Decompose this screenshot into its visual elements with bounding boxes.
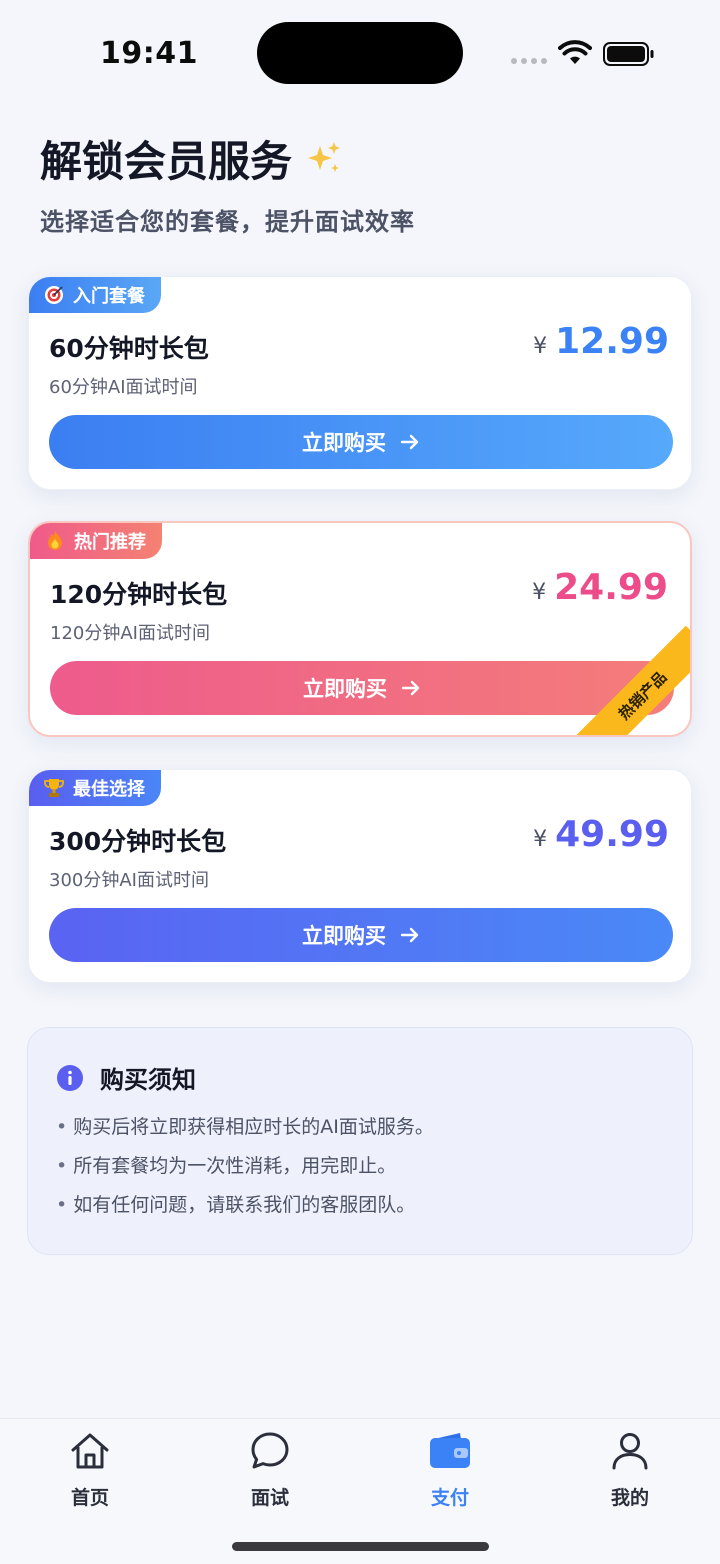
plan-tag-label: 热门推荐 [74, 532, 146, 553]
currency-symbol: ¥ [533, 827, 548, 852]
plan-tag: 热门推荐 [30, 523, 162, 559]
plan-description: 120分钟AI面试时间 [50, 623, 210, 644]
price-amount: 12.99 [555, 321, 669, 362]
chat-bubble-icon [251, 1432, 289, 1469]
price-amount: 24.99 [554, 567, 668, 608]
wifi-icon [558, 40, 592, 64]
home-icon [71, 1433, 109, 1469]
notice-item: 所有套餐均为一次性消耗，用完即止。 [56, 1153, 434, 1192]
cellular-signal-icon [511, 58, 547, 64]
notice-list: 购买后将立即获得相应时长的AI面试服务。 所有套餐均为一次性消耗，用完即止。 如… [56, 1114, 434, 1231]
tab-payment[interactable]: 支付 [400, 1429, 500, 1510]
page-title: 解锁会员服务 [40, 136, 293, 186]
arrow-right-icon [400, 434, 419, 450]
plan-name: 60分钟时长包 [49, 334, 209, 363]
plan-tag-label: 最佳选择 [73, 779, 145, 800]
buy-button-basic[interactable]: 立即购买 [49, 415, 673, 469]
plan-name: 120分钟时长包 [50, 580, 228, 609]
plan-tag-label: 入门套餐 [73, 286, 145, 307]
plan-card-best: 最佳选择 300分钟时长包 300分钟AI面试时间 ¥ 49.99 立即购买 [28, 769, 692, 983]
tab-label: 首页 [70, 1487, 109, 1509]
plan-tag: 入门套餐 [29, 277, 161, 313]
arrow-right-icon [400, 927, 419, 943]
battery-icon [603, 42, 654, 66]
sparkles-icon [308, 142, 341, 172]
tab-label: 我的 [610, 1487, 649, 1509]
dynamic-island [257, 22, 463, 84]
notice-item: 购买后将立即获得相应时长的AI面试服务。 [56, 1114, 434, 1153]
notice-header: 购买须知 [56, 1060, 196, 1095]
plan-card-popular: 热门推荐 120分钟时长包 120分钟AI面试时间 ¥ 24.99 立即购买 热… [28, 521, 692, 737]
trophy-icon [43, 777, 65, 799]
plan-price: ¥ 24.99 [532, 567, 668, 608]
tab-interview[interactable]: 面试 [220, 1429, 320, 1510]
status-bar: 19:41 [0, 0, 720, 110]
currency-symbol: ¥ [532, 580, 547, 605]
buy-button-label: 立即购买 [303, 677, 387, 701]
notice-title: 购买须知 [100, 1066, 196, 1094]
status-time: 19:41 [100, 36, 198, 71]
plan-price: ¥ 49.99 [533, 814, 669, 855]
arrow-right-icon [401, 680, 420, 696]
tab-home[interactable]: 首页 [40, 1429, 140, 1510]
tab-profile[interactable]: 我的 [580, 1429, 680, 1510]
wallet-icon [430, 1433, 470, 1468]
price-amount: 49.99 [555, 814, 669, 855]
plan-description: 60分钟AI面试时间 [49, 377, 198, 398]
plan-description: 300分钟AI面试时间 [49, 870, 209, 891]
page-header: 解锁会员服务 选择适合您的套餐，提升面试效率 [40, 128, 680, 237]
tab-label: 面试 [250, 1487, 289, 1509]
info-icon [57, 1064, 83, 1091]
fire-icon [44, 530, 66, 552]
notice-item: 如有任何问题，请联系我们的客服团队。 [56, 1192, 434, 1231]
page-title-row: 解锁会员服务 [40, 128, 680, 188]
buy-button-best[interactable]: 立即购买 [49, 908, 673, 962]
currency-symbol: ¥ [533, 334, 548, 359]
tab-label: 支付 [430, 1487, 469, 1509]
payment-screen: 19:41 解锁会员服务 选择适合您的套餐，提升面试效率 入门套餐 60分钟时长… [0, 0, 720, 1564]
buy-button-label: 立即购买 [302, 431, 386, 455]
buy-button-popular[interactable]: 立即购买 [50, 661, 674, 715]
purchase-notice: 购买须知 购买后将立即获得相应时长的AI面试服务。 所有套餐均为一次性消耗，用完… [27, 1027, 693, 1255]
user-icon [612, 1433, 648, 1470]
plan-tag: 最佳选择 [29, 770, 161, 806]
target-icon [43, 284, 65, 306]
plan-name: 300分钟时长包 [49, 827, 227, 856]
page-subtitle: 选择适合您的套餐，提升面试效率 [40, 208, 415, 236]
home-indicator[interactable] [232, 1542, 489, 1551]
plan-card-basic: 入门套餐 60分钟时长包 60分钟AI面试时间 ¥ 12.99 立即购买 [28, 276, 692, 490]
plan-price: ¥ 12.99 [533, 321, 669, 362]
buy-button-label: 立即购买 [302, 924, 386, 948]
